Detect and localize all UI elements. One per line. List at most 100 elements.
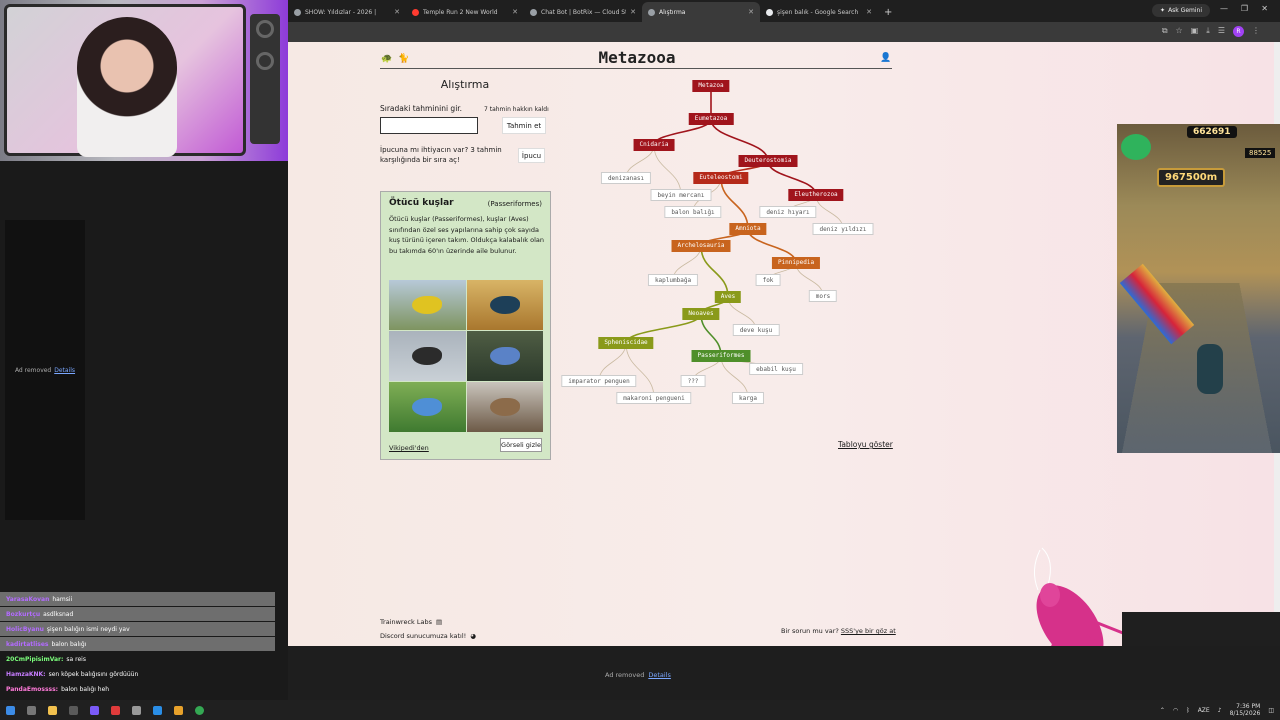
temple-run-game-overlay: 662691 88525 967500m xyxy=(1117,124,1280,453)
download-icon[interactable]: ⤓ xyxy=(1206,26,1210,37)
tree-node-karga[interactable]: karga xyxy=(731,392,765,404)
tab-favicon-icon xyxy=(530,8,537,16)
notification-icon[interactable]: ◫ xyxy=(1268,707,1274,714)
chat-message: HolicByanu şişen balığın ismi neydi yav xyxy=(0,622,275,636)
guess-button[interactable]: Tahmin et xyxy=(502,117,546,134)
tree-node-amniota[interactable]: Amniota xyxy=(729,223,767,235)
tab-close-icon[interactable]: ✕ xyxy=(630,8,636,16)
ad-details-link-bottom[interactable]: Details xyxy=(648,671,671,679)
start-icon[interactable] xyxy=(6,705,15,715)
tree-node-fok[interactable]: fok xyxy=(755,274,781,286)
tab-close-icon[interactable]: ✕ xyxy=(866,8,872,16)
minimize-icon[interactable]: — xyxy=(1220,4,1228,13)
clock[interactable]: 7:36 PM 8/15/2026 xyxy=(1230,703,1261,717)
tab-close-icon[interactable]: ✕ xyxy=(394,8,400,16)
premiere-icon[interactable] xyxy=(90,705,99,715)
tree-node-beyinmercani[interactable]: beyin mercanı xyxy=(650,189,712,201)
tree-node-aves[interactable]: Aves xyxy=(714,291,742,303)
bottom-ad-strip xyxy=(288,646,1280,700)
tree-edge xyxy=(653,144,682,196)
more-menu-icon[interactable]: ⋮ xyxy=(1252,26,1260,37)
show-table-link[interactable]: Tabloyu göster xyxy=(838,440,893,449)
store-icon[interactable] xyxy=(69,705,78,715)
tab-close-icon[interactable]: ✕ xyxy=(748,8,754,16)
tree-node-deuterostomia[interactable]: Deuterostomia xyxy=(738,155,798,167)
chat-username: Bozkurtçu xyxy=(6,610,41,618)
close-window-icon[interactable]: ✕ xyxy=(1261,4,1268,13)
hint-text: İpucuna mı ihtiyacın var? 3 tahmin karşı… xyxy=(380,146,502,164)
guess-input[interactable] xyxy=(380,117,478,134)
tree-node-denizanasi[interactable]: denizanası xyxy=(600,172,652,184)
wifi-icon[interactable]: ◠ xyxy=(1173,707,1178,714)
tree-node-kaplumbaga[interactable]: kaplumbağa xyxy=(647,274,699,286)
bookmark-star-icon[interactable]: ☆ xyxy=(1176,26,1183,37)
cat-icon[interactable]: 🐈 xyxy=(398,54,409,64)
volume-icon[interactable]: ♪ xyxy=(1218,707,1222,714)
bluetooth-icon[interactable]: ᛒ xyxy=(1186,707,1190,714)
tree-node-cnidaria[interactable]: Cnidaria xyxy=(633,139,675,151)
browser-tab[interactable]: SHOW: Yıldızlar - 2026 | ✕ xyxy=(288,2,406,22)
wikipedia-link[interactable]: Vikipedi'den xyxy=(389,444,429,452)
chat-username: PandaEmossss: xyxy=(6,685,59,693)
footer-labs: Trainwreck Labs ▤ xyxy=(380,618,443,626)
hide-images-button[interactable]: Görseli gizle xyxy=(500,438,542,452)
vscode-icon[interactable] xyxy=(153,705,162,715)
tree-node-spheniscidae[interactable]: Spheniscidae xyxy=(598,337,654,349)
menu-list-icon[interactable]: ☰ xyxy=(1218,26,1225,37)
profile-avatar[interactable]: R xyxy=(1233,26,1244,37)
site-title[interactable]: Metazooa xyxy=(592,48,682,67)
chat-message: 20CmPipisimVar: sa reis xyxy=(0,652,288,666)
illustrator-icon[interactable] xyxy=(174,705,183,715)
tree-node-passeriformes[interactable]: Passeriformes xyxy=(691,350,751,362)
site-nav-icons: 🐢 🐈 xyxy=(381,54,409,64)
gem-icon xyxy=(1121,134,1151,160)
tree-node-makaronipenguen[interactable]: makaroni pengueni xyxy=(616,392,692,404)
ask-gemini-button[interactable]: ✦ Ask Gemini xyxy=(1152,4,1210,17)
tree-node-denizyildizi[interactable]: deniz yıldızı xyxy=(812,223,874,235)
user-icon[interactable]: 👤 xyxy=(880,53,891,63)
tree-node-eleutherozoa[interactable]: Eleutherozoa xyxy=(788,189,844,201)
ad-removed-label: Ad removed xyxy=(14,366,52,374)
chat-username: kadirtatlises xyxy=(6,640,49,648)
hint-button[interactable]: İpucu xyxy=(518,148,545,163)
tree-node-metazoa[interactable]: Metazoa xyxy=(692,80,730,92)
chat-message: YarasaKovan hamsii xyxy=(0,592,275,606)
tree-node-denizhiyari[interactable]: deniz hıyarı xyxy=(759,206,817,218)
new-tab-icon[interactable]: + xyxy=(884,7,892,18)
tree-node-imparatorpenguen[interactable]: imparator penguen xyxy=(561,375,637,387)
chrome-icon[interactable] xyxy=(195,705,204,715)
tree-node-mors[interactable]: mors xyxy=(808,290,838,302)
search-icon[interactable] xyxy=(27,705,36,715)
browser-tab[interactable]: şişen balık - Google Search ✕ xyxy=(760,2,878,22)
tree-node-archelosauria[interactable]: Archelosauria xyxy=(671,240,731,252)
browser-tab[interactable]: Alıştırma ✕ xyxy=(642,2,760,22)
tree-node-unknown[interactable]: ??? xyxy=(680,375,706,387)
tree-node-euteleostomi[interactable]: Euteleostomi xyxy=(693,172,749,184)
tree-node-pinnipedia[interactable]: Pinnipedia xyxy=(771,257,821,269)
language-indicator[interactable]: AZE xyxy=(1198,707,1210,714)
tab-close-icon[interactable]: ✕ xyxy=(512,8,518,16)
cast-icon[interactable]: ⧉ xyxy=(1162,26,1168,37)
tree-node-eumetazoa[interactable]: Eumetazoa xyxy=(688,113,734,125)
obs-icon[interactable] xyxy=(111,705,120,715)
tree-node-devekusu[interactable]: deve kuşu xyxy=(732,324,780,336)
ad-details-link[interactable]: Details xyxy=(54,367,75,374)
extension-icon[interactable]: ▣ xyxy=(1191,26,1199,37)
tree-node-balonbaligi[interactable]: balon balığı xyxy=(664,206,722,218)
tree-node-ebabilkusu[interactable]: ebabil kuşu xyxy=(749,363,803,375)
settings-icon[interactable] xyxy=(132,705,141,715)
browser-tab[interactable]: Chat Bot | BotRix — Cloud Stre ✕ xyxy=(524,2,642,22)
browser-tab[interactable]: Temple Run 2 New World ✕ xyxy=(406,2,524,22)
chat-text: balon balığı xyxy=(51,640,87,648)
tree-node-neoaves[interactable]: Neoaves xyxy=(682,308,720,320)
chat-username: HolicByanu xyxy=(6,625,44,633)
info-card: Ötücü kuşlar (Passeriformes) Ötücü kuşla… xyxy=(380,191,551,460)
turtle-icon[interactable]: 🐢 xyxy=(381,54,392,64)
chevron-up-icon[interactable]: ⌃ xyxy=(1160,707,1165,714)
ad-placeholder-left: Ad removed Details xyxy=(5,220,85,520)
maximize-icon[interactable]: ❐ xyxy=(1241,4,1248,13)
bird-photo-swallow xyxy=(389,331,466,381)
bird-photo-bluejay xyxy=(466,331,543,381)
file-explorer-icon[interactable] xyxy=(48,705,57,715)
chat-username: YarasaKovan xyxy=(6,595,50,603)
